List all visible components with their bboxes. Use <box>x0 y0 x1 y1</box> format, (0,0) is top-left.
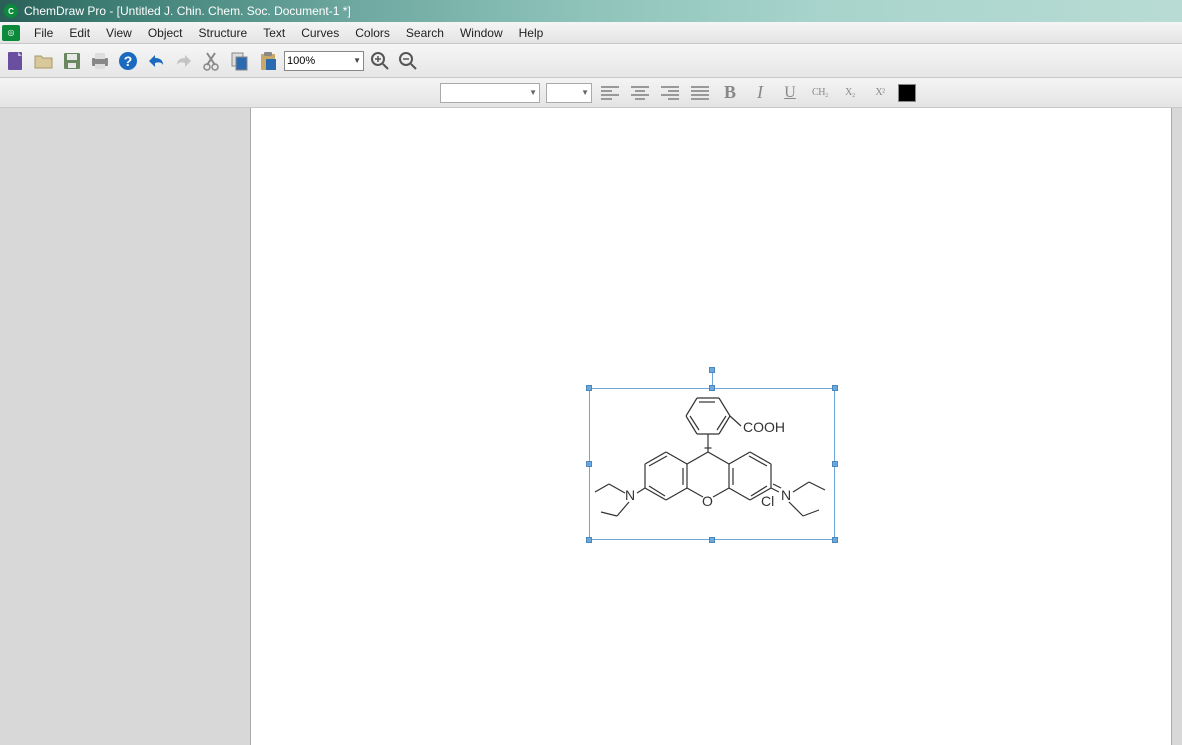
ethyl-l2b <box>601 512 617 516</box>
cut-icon <box>203 51 221 71</box>
align-left-icon <box>601 86 619 100</box>
zoom-out-icon <box>398 51 418 71</box>
label-o: O <box>702 493 713 509</box>
title-bar: C ChemDraw Pro - [Untitled J. Chin. Chem… <box>0 0 1182 22</box>
menu-curves[interactable]: Curves <box>293 23 347 43</box>
chevron-down-icon: ▼ <box>353 56 361 65</box>
paste-icon <box>259 51 277 71</box>
bond-n-right-a <box>771 488 779 492</box>
menu-colors[interactable]: Colors <box>347 23 398 43</box>
save-icon <box>63 52 81 70</box>
main-toolbar: ? 100% ▼ <box>0 44 1182 78</box>
bond-n-left <box>637 488 645 493</box>
undo-icon <box>145 53 167 69</box>
open-button[interactable] <box>32 49 56 73</box>
menu-help[interactable]: Help <box>511 23 552 43</box>
app-icon: C <box>4 4 18 18</box>
phenyl-ring-top <box>686 398 730 434</box>
save-button[interactable] <box>60 49 84 73</box>
document-page[interactable]: COOH O <box>250 108 1172 745</box>
align-right-icon <box>661 86 679 100</box>
label-n-right: N <box>781 487 791 503</box>
superscript-button[interactable]: X² <box>868 82 892 104</box>
chevron-down-icon: ▼ <box>529 88 537 97</box>
menu-object[interactable]: Object <box>140 23 191 43</box>
ethyl-r1a <box>793 482 809 492</box>
rotate-stem <box>712 373 713 389</box>
align-justify-icon <box>691 86 709 100</box>
menu-text[interactable]: Text <box>255 23 293 43</box>
label-cl: Cl <box>761 493 774 509</box>
ethyl-r2a <box>789 502 803 516</box>
format-toolbar: ▼ ▼ B I U CH₂ X₂ X² <box>0 78 1182 108</box>
help-button[interactable]: ? <box>116 49 140 73</box>
italic-button[interactable]: I <box>748 82 772 104</box>
zoom-in-button[interactable] <box>368 49 392 73</box>
svg-text:?: ? <box>124 53 133 69</box>
chevron-down-icon: ▼ <box>581 88 589 97</box>
system-menu-icon[interactable]: ◎ <box>2 25 20 41</box>
print-button[interactable] <box>88 49 112 73</box>
label-n-left: N <box>625 487 635 503</box>
new-doc-icon <box>7 51 25 71</box>
bold-button[interactable]: B <box>718 82 742 104</box>
menu-view[interactable]: View <box>98 23 140 43</box>
subscript-button[interactable]: X₂ <box>838 82 862 104</box>
font-size-combo[interactable]: ▼ <box>546 83 592 103</box>
redo-icon <box>173 53 195 69</box>
align-right-button[interactable] <box>658 82 682 104</box>
help-icon: ? <box>118 51 138 71</box>
open-icon <box>34 52 54 70</box>
zoom-out-button[interactable] <box>396 49 420 73</box>
font-family-combo[interactable]: ▼ <box>440 83 540 103</box>
redo-button[interactable] <box>172 49 196 73</box>
ethyl-l2a <box>617 502 629 516</box>
align-left-button[interactable] <box>598 82 622 104</box>
menu-structure[interactable]: Structure <box>191 23 256 43</box>
label-cooh: COOH <box>743 419 785 435</box>
align-justify-button[interactable] <box>688 82 712 104</box>
zoom-combo[interactable]: 100% ▼ <box>284 51 364 71</box>
menu-bar: ◎ FileEditViewObjectStructureTextCurvesC… <box>0 22 1182 44</box>
new-doc-button[interactable] <box>4 49 28 73</box>
menu-file[interactable]: File <box>26 23 61 43</box>
cut-button[interactable] <box>200 49 224 73</box>
menu-search[interactable]: Search <box>398 23 452 43</box>
zoom-value: 100% <box>287 55 315 67</box>
ethyl-r2b <box>803 510 819 516</box>
copy-button[interactable] <box>228 49 252 73</box>
ethyl-l1b <box>595 484 609 492</box>
align-center-icon <box>631 86 649 100</box>
text-color-swatch[interactable] <box>898 84 916 102</box>
left-gutter <box>0 108 250 745</box>
menu-edit[interactable]: Edit <box>61 23 98 43</box>
window-title: ChemDraw Pro - [Untitled J. Chin. Chem. … <box>24 4 351 18</box>
canvas-area[interactable]: COOH O <box>250 108 1182 745</box>
undo-button[interactable] <box>144 49 168 73</box>
xanthene-core: O <box>645 452 771 509</box>
copy-icon <box>230 51 250 71</box>
rotate-handle[interactable] <box>709 367 715 373</box>
underline-button[interactable]: U <box>778 82 802 104</box>
print-icon <box>90 52 110 70</box>
align-center-button[interactable] <box>628 82 652 104</box>
menu-window[interactable]: Window <box>452 23 511 43</box>
bond-n-right-b <box>773 484 781 488</box>
paste-button[interactable] <box>256 49 280 73</box>
zoom-in-icon <box>370 51 390 71</box>
ethyl-r1b <box>809 482 825 490</box>
bond-cooh <box>730 416 741 426</box>
formula-button[interactable]: CH₂ <box>808 82 832 104</box>
workspace: COOH O <box>0 108 1182 745</box>
chemical-structure[interactable]: COOH O <box>589 388 835 540</box>
ethyl-l1a <box>609 484 625 493</box>
